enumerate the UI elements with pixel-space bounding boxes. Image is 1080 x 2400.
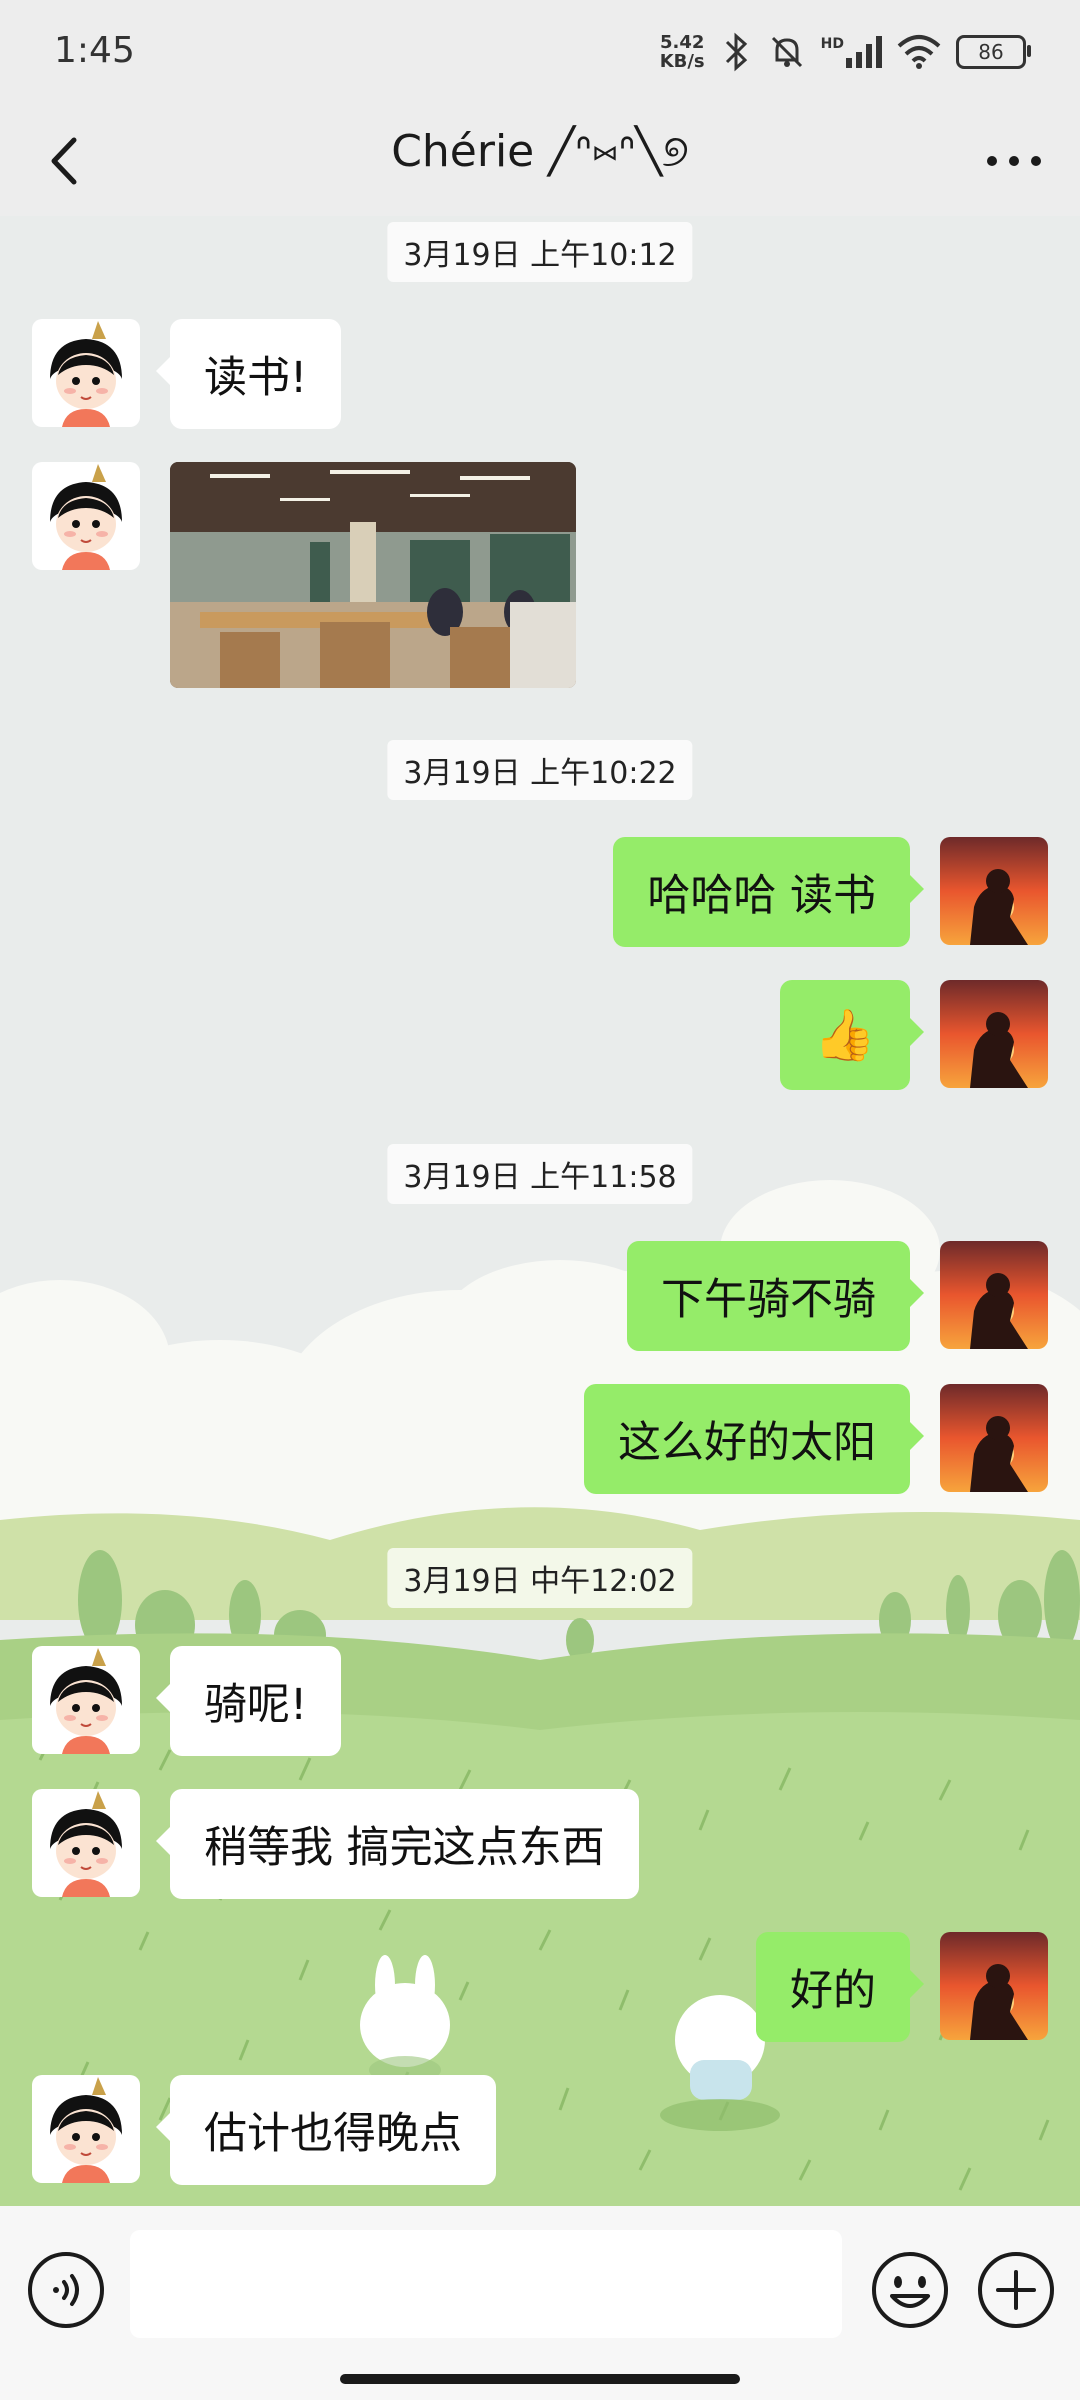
chat-header: Chérie ╱ᐢ⑅ᐢ╲୭: [0, 104, 1080, 216]
wifi-icon: [897, 35, 941, 69]
outgoing-message[interactable]: 这么好的太阳: [584, 1384, 924, 1494]
outgoing-message[interactable]: 好的: [756, 1932, 924, 2042]
status-bar: 1:45 5.42 KB/s HD 86: [0, 0, 1080, 104]
plus-circle-icon: [978, 2252, 1054, 2328]
timestamp: 3月19日 上午10:22: [387, 740, 693, 800]
more-button[interactable]: [976, 126, 1052, 196]
image-message[interactable]: [170, 462, 576, 688]
network-speed: 5.42 KB/s: [659, 32, 705, 72]
my-avatar[interactable]: [940, 1932, 1048, 2040]
more-dots-icon: [987, 156, 1041, 166]
contact-avatar[interactable]: [32, 319, 140, 427]
outgoing-message[interactable]: 👍: [779, 980, 925, 1090]
hd-signal: HD: [821, 36, 882, 68]
contact-avatar[interactable]: [32, 462, 140, 570]
status-icons: 5.42 KB/s HD 86: [659, 24, 1031, 80]
voice-icon: [28, 2252, 104, 2328]
contact-avatar[interactable]: [32, 2075, 140, 2183]
incoming-message[interactable]: 稍等我 搞完这点东西: [156, 1789, 639, 1899]
bluetooth-icon: [725, 32, 747, 72]
emoji-icon: [872, 2252, 948, 2328]
message-list[interactable]: 3月19日 上午10:12 读书! 3月19日 上午10:22 哈哈哈 读书 👍…: [0, 216, 1080, 2206]
incoming-message[interactable]: 骑呢!: [155, 1646, 342, 1756]
home-indicator[interactable]: [340, 2374, 740, 2384]
my-avatar[interactable]: [940, 980, 1048, 1088]
library-photo: [170, 462, 576, 688]
incoming-message[interactable]: 估计也得晚点: [156, 2075, 496, 2185]
timestamp: 3月19日 上午11:58: [387, 1144, 693, 1204]
contact-avatar[interactable]: [32, 1789, 140, 1897]
incoming-message[interactable]: 读书!: [155, 319, 342, 429]
battery-icon: 86: [956, 35, 1031, 69]
outgoing-message[interactable]: 下午骑不骑: [627, 1241, 924, 1351]
outgoing-message[interactable]: 哈哈哈 读书: [613, 837, 924, 947]
timestamp: 3月19日 上午10:12: [387, 222, 693, 282]
input-bar: [0, 2206, 1080, 2400]
signal-icon: [846, 36, 882, 68]
my-avatar[interactable]: [940, 1241, 1048, 1349]
message-input[interactable]: [130, 2230, 842, 2338]
more-functions-button[interactable]: [976, 2250, 1056, 2330]
voice-button[interactable]: [26, 2250, 106, 2330]
contact-avatar[interactable]: [32, 1646, 140, 1754]
clock: 1:45: [54, 30, 135, 71]
mute-bell-icon: [771, 36, 802, 68]
timestamp: 3月19日 中午12:02: [387, 1548, 693, 1608]
my-avatar[interactable]: [940, 837, 1048, 945]
my-avatar[interactable]: [940, 1384, 1048, 1492]
chat-title: Chérie ╱ᐢ⑅ᐢ╲୭: [391, 126, 689, 177]
emoji-button[interactable]: [870, 2250, 950, 2330]
